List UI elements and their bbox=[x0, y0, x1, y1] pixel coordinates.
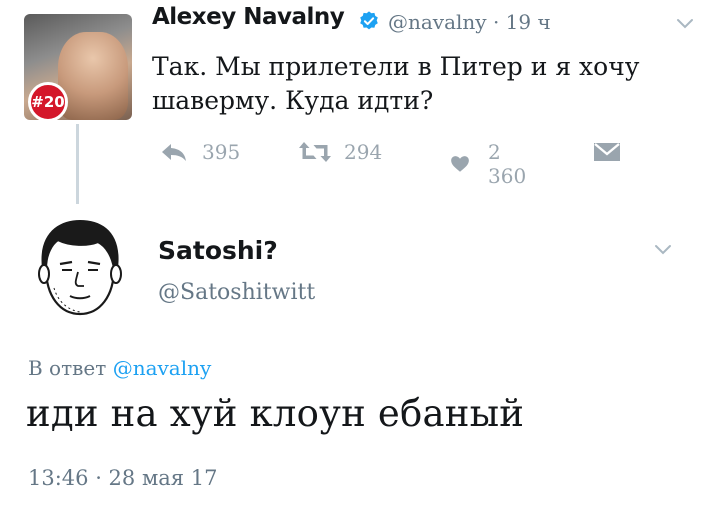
reply-action[interactable]: 395 bbox=[160, 140, 240, 164]
reply-icon bbox=[162, 144, 186, 161]
verified-icon bbox=[360, 11, 378, 30]
tweet-text: Так. Мы прилетели в Питер и я хочу шавер… bbox=[152, 52, 640, 115]
retweet-count: 294 bbox=[344, 140, 383, 164]
message-action[interactable] bbox=[592, 140, 622, 164]
thread-connector bbox=[76, 124, 79, 204]
reply-timestamp[interactable]: 13:46 · 28 мая 17 bbox=[28, 466, 217, 490]
avatar-badge: #20 bbox=[28, 82, 68, 120]
chevron-down-icon[interactable] bbox=[676, 18, 694, 30]
message-icon bbox=[594, 143, 620, 161]
avatar-figure bbox=[58, 32, 128, 120]
author-name[interactable]: Alexey Navalny bbox=[152, 4, 345, 30]
reply-prefix: В ответ bbox=[28, 356, 107, 380]
chevron-down-icon[interactable] bbox=[654, 244, 672, 256]
reply-count: 395 bbox=[202, 140, 241, 164]
author-handle-time[interactable]: @navalny · 19 ч bbox=[388, 10, 551, 34]
reply-context: В ответ @navalny bbox=[28, 356, 211, 380]
reply-author-handle[interactable]: @Satoshitwitt bbox=[158, 280, 315, 305]
reply-avatar[interactable] bbox=[28, 214, 132, 322]
reply-author-name[interactable]: Satoshi? bbox=[158, 236, 278, 265]
heart-icon bbox=[451, 156, 469, 172]
reply-text: иди на хуй клоун ебаный bbox=[26, 392, 525, 435]
tweet-time[interactable]: · 19 ч bbox=[493, 10, 551, 34]
like-action[interactable]: 2 360 bbox=[450, 140, 532, 188]
retweet-icon bbox=[299, 142, 331, 162]
retweet-action[interactable]: 294 bbox=[298, 140, 382, 164]
author-handle[interactable]: @navalny bbox=[388, 10, 487, 34]
like-count: 2 360 bbox=[488, 140, 527, 188]
author-avatar[interactable]: #20 bbox=[24, 14, 132, 120]
reply-mention-link[interactable]: @navalny bbox=[113, 356, 212, 380]
